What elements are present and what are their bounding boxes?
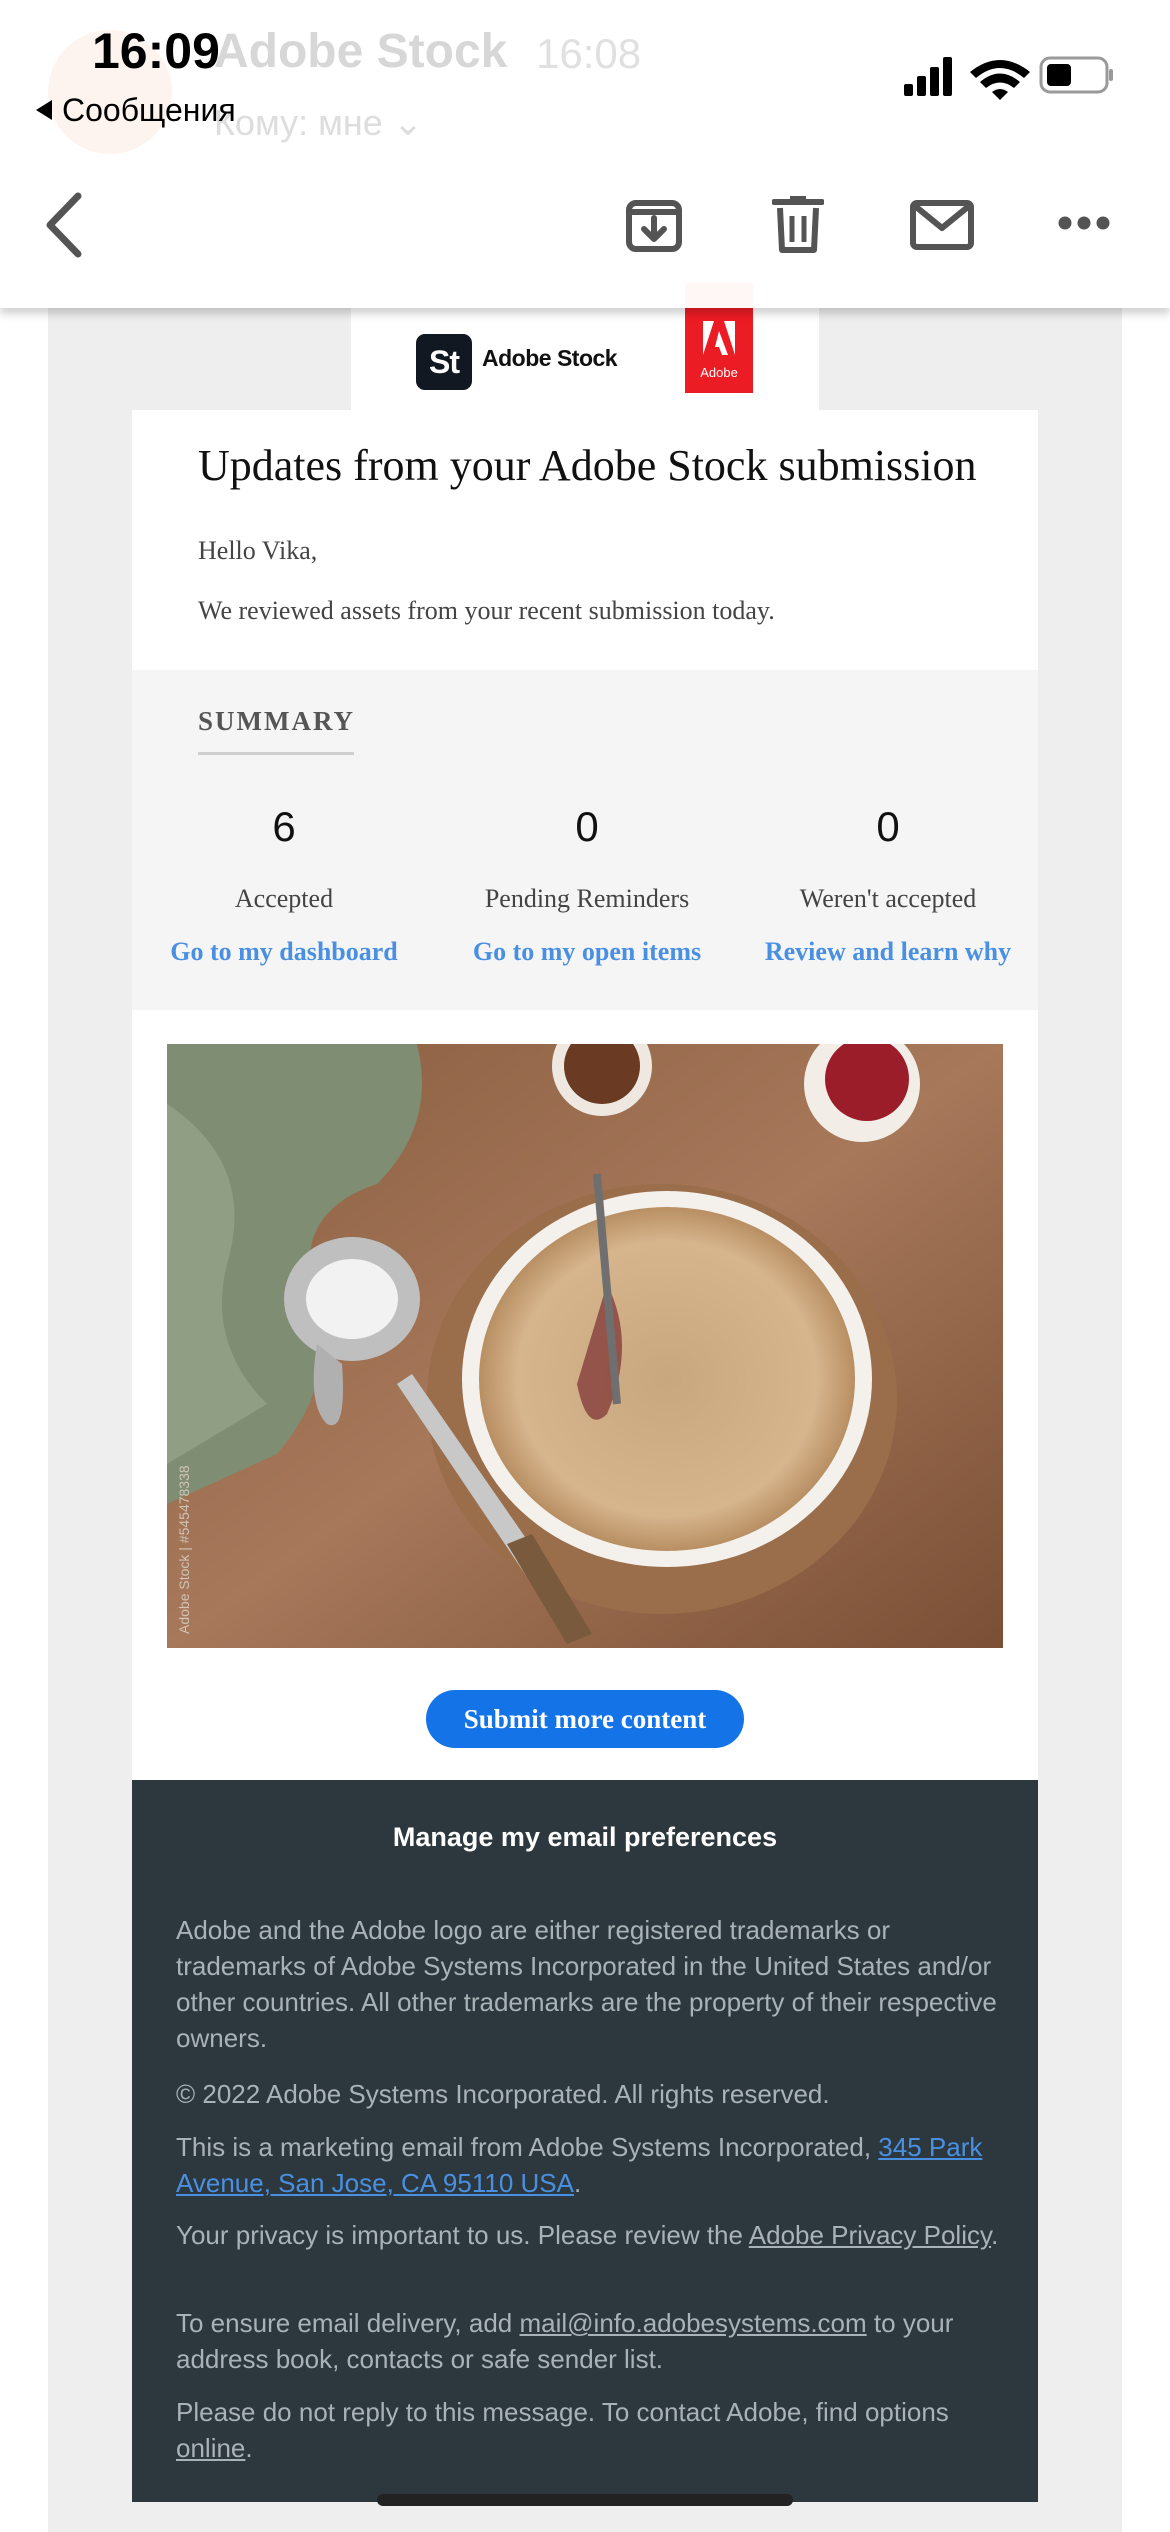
back-triangle-icon: [36, 100, 52, 120]
message-time: 16:08: [536, 30, 642, 77]
intro-text: We reviewed assets from your recent subm…: [198, 596, 775, 625]
accepted-label: Accepted: [234, 884, 334, 913]
privacy-text: Your privacy is important to us. Please …: [176, 2220, 999, 2250]
accepted-count: 6: [272, 803, 296, 850]
delete-button[interactable]: [771, 194, 825, 259]
recipient-line: Кому: мне ⌄: [214, 102, 423, 143]
noreply-text: Please do not reply to this message. To …: [176, 2397, 949, 2463]
online-link[interactable]: online: [176, 2433, 245, 2463]
adobe-logo-text: Adobe: [700, 365, 738, 380]
home-indicator[interactable]: [377, 2494, 793, 2506]
summary-title: SUMMARY: [198, 706, 356, 736]
marketing-text: This is a marketing email from Adobe Sys…: [176, 2132, 983, 2198]
trademark-text: Adobe and the Adobe logo are either regi…: [176, 1915, 997, 2053]
stock-photo[interactable]: Adobe Stock | #545478338: [167, 1044, 1003, 1648]
greeting: Hello Vika,: [198, 536, 318, 565]
back-button[interactable]: [44, 190, 84, 265]
email-headline: Updates from your Adobe Stock submission: [198, 441, 977, 490]
brand-name: Adobe Stock: [482, 345, 618, 371]
mail-header: Adobe Stock 16:08 Кому: мне ⌄ 16:09 Сооб…: [0, 0, 1170, 308]
adobe-stock-logo: St: [416, 334, 472, 390]
status-icons: [904, 50, 1114, 105]
pending-count: 0: [575, 803, 599, 850]
archive-button[interactable]: [626, 196, 682, 257]
rejected-label: Weren't accepted: [799, 884, 977, 913]
submit-more-button[interactable]: Submit more content: [426, 1690, 744, 1748]
delivery-text: To ensure email delivery, add mail@info.…: [176, 2308, 954, 2374]
adobe-a-icon: [703, 321, 735, 355]
cellular-signal-icon: [904, 57, 952, 96]
privacy-policy-link[interactable]: Adobe Privacy Policy: [749, 2220, 991, 2250]
more-button[interactable]: [1058, 214, 1110, 237]
rejected-count: 0: [876, 803, 900, 850]
battery-icon: [1039, 56, 1113, 94]
archive-icon: [626, 200, 682, 252]
open-items-link[interactable]: Go to my open items: [437, 937, 737, 967]
dashboard-link[interactable]: Go to my dashboard: [134, 937, 434, 967]
back-app-label: Сообщения: [62, 92, 236, 128]
envelope-icon: [910, 200, 974, 250]
sender-name: Adobe Stock: [214, 25, 508, 78]
wifi-icon: [970, 60, 1030, 100]
copyright-text: © 2022 Adobe Systems Incorporated. All r…: [176, 2079, 830, 2109]
summary-underline: [198, 752, 354, 755]
sender-email-link[interactable]: mail@info.adobesystems.com: [519, 2308, 866, 2338]
trash-icon: [771, 196, 825, 253]
chevron-left-icon: [46, 192, 82, 258]
back-to-app-link[interactable]: Сообщения: [36, 92, 236, 129]
reply-button[interactable]: [910, 200, 974, 255]
pending-label: Pending Reminders: [484, 884, 690, 913]
review-link[interactable]: Review and learn why: [738, 937, 1038, 967]
photo-watermark: Adobe Stock | #545478338: [176, 1465, 192, 1634]
manage-preferences-link[interactable]: Manage my email preferences: [132, 1822, 1038, 1853]
status-clock: 16:09: [92, 23, 220, 79]
more-icon: [1058, 216, 1110, 230]
